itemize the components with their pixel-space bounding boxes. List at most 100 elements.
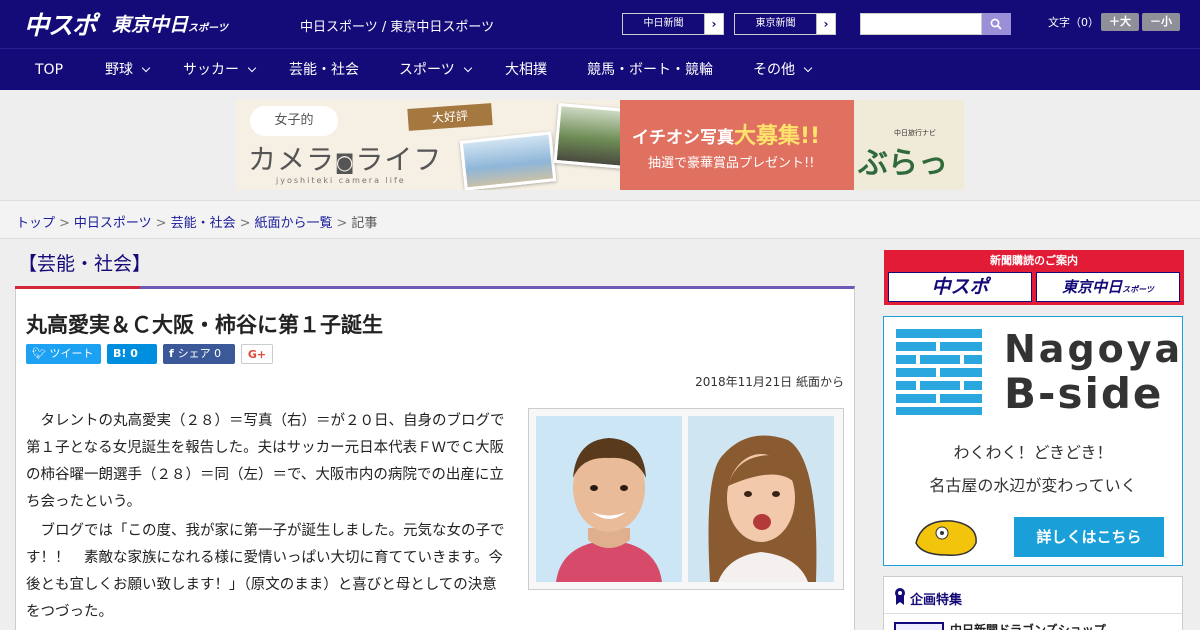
article-header: 丸高愛実＆Ｃ大阪・柿谷に第１子誕生 🐦︎ ツイート B! 0 f シェア 0 G… — [15, 286, 855, 399]
banner-title-life: ライフ — [355, 143, 443, 176]
nav-item-keiba[interactable]: 競馬・ボート・競輪 — [587, 49, 713, 91]
nav-item-sports[interactable]: スポーツ — [399, 49, 472, 91]
ribbon-badge-icon — [895, 588, 905, 605]
chevron-down-icon — [247, 63, 257, 73]
bside-title-bside: B-side — [1004, 369, 1164, 418]
breadcrumb: トップ > 中日スポーツ > 芸能・社会 > 紙面から一覧 > 記事 — [16, 212, 377, 231]
font-size-decrease-button[interactable]: －小 — [1142, 13, 1180, 31]
breadcrumb-bar: トップ > 中日スポーツ > 芸能・社会 > 紙面から一覧 > 記事 — [0, 200, 1200, 239]
tweet-button[interactable]: 🐦︎ ツイート — [26, 344, 101, 364]
nav-item-label: 野球 — [105, 62, 133, 78]
nav-item-label: 大相撲 — [505, 62, 547, 78]
tokyo-chunichi-logo-small: スポーツ — [188, 23, 228, 34]
article-paragraph: ブログでは「この度、我が家に第一子が誕生しました。元気な女の子です！！ 素敵な家… — [26, 523, 505, 620]
article-date: 2018年11月21日 紙面から — [695, 375, 844, 389]
banner-left: 女子的 カメラ◙ライフ jyoshiteki camera life 大好評 — [236, 100, 631, 190]
burattabi-name: ぶらっ人 — [858, 146, 948, 181]
nav-item-label: サッカー — [183, 62, 239, 78]
search-button[interactable] — [982, 13, 1011, 35]
nav-item-label: TOP — [35, 62, 64, 78]
subscribe-tokyo-label: 東京中日 — [1062, 278, 1123, 296]
facebook-icon: f — [169, 347, 178, 360]
font-size-increase-button[interactable]: ＋大 — [1101, 13, 1139, 31]
subscribe-chuspo-button[interactable]: 中スポ — [888, 272, 1032, 302]
tokyo-chunichi-logo[interactable]: 東京中日スポーツ — [112, 10, 228, 37]
article-body: タレントの丸高愛実（２８）＝写真（右）＝が２０日、自身のブログで第１子となる女児… — [15, 398, 855, 630]
feature-title: 企画特集 — [910, 593, 963, 608]
nav-item-sumo[interactable]: 大相撲 — [505, 49, 547, 91]
feature-box: 企画特集 中日新聞ドラゴンズショップ — [883, 576, 1183, 630]
nav-item-entertainment[interactable]: 芸能・社会 — [289, 49, 359, 91]
nav-item-label: その他 — [753, 62, 795, 78]
twitter-icon: 🐦︎ — [32, 347, 50, 360]
breadcrumb-sep: > — [155, 216, 167, 231]
tweet-label: ツイート — [49, 347, 94, 360]
nav-item-top[interactable]: TOP — [35, 49, 63, 91]
search-icon — [990, 18, 1002, 30]
chunichi-shimbun-button[interactable]: 中日新聞 › — [622, 13, 724, 35]
subscribe-tokyo-small: スポーツ — [1122, 285, 1154, 294]
breadcrumb-sep: > — [59, 216, 70, 231]
camera-life-banner[interactable]: 女子的 カメラ◙ライフ jyoshiteki camera life 大好評 イ… — [236, 100, 964, 190]
banner-daiboshu: 大募集!! — [734, 124, 821, 149]
main-nav: TOP 野球 サッカー 芸能・社会 スポーツ 大相撲 競馬・ボート・競輪 その他 — [0, 48, 1200, 90]
tokyo-chunichi-logo-text: 東京中日 — [112, 14, 189, 36]
category-heading: 【芸能・社会】 — [18, 253, 152, 275]
ebi-fry-mascot-icon — [915, 520, 977, 556]
breadcrumb-shimen-list[interactable]: 紙面から一覧 — [255, 216, 333, 231]
breadcrumb-chuspo[interactable]: 中日スポーツ — [74, 216, 152, 231]
chevron-down-icon — [141, 63, 151, 73]
banner-joshi: 女子的 — [250, 106, 338, 136]
banner-photo-animal — [553, 102, 631, 170]
bside-details-button[interactable]: 詳しくはこちら — [1014, 517, 1164, 557]
breadcrumb-sep: > — [336, 216, 348, 231]
banner-subtitle: jyoshiteki camera life — [276, 176, 406, 185]
brick-wall-icon — [896, 329, 982, 415]
search-input[interactable] — [860, 13, 982, 35]
hatena-bookmark-button[interactable]: B! 0 — [107, 344, 157, 364]
chevron-right-icon: › — [823, 17, 829, 31]
feature-item-dragons-shop[interactable]: 中日新聞ドラゴンズショップ — [950, 621, 1106, 630]
photo-kakitani — [536, 416, 682, 582]
breadcrumb-entertainment[interactable]: 芸能・社会 — [171, 216, 236, 231]
nav-item-other[interactable]: その他 — [753, 49, 813, 91]
tokyo-shimbun-label: 東京新聞 — [735, 14, 817, 34]
nav-item-label: 芸能・社会 — [289, 62, 359, 78]
subscribe-tokyo-chunichi-button[interactable]: 東京中日スポーツ — [1036, 272, 1180, 302]
breadcrumb-sep: > — [239, 216, 251, 231]
breadcrumb-current: 記事 — [351, 216, 378, 231]
chunichi-shimbun-label: 中日新聞 — [623, 14, 705, 34]
dragons-shop-thumbnail[interactable] — [894, 622, 944, 630]
chevron-down-icon — [803, 63, 813, 73]
portrait-woman-icon — [688, 416, 834, 582]
subscription-box: 新聞購読のご案内 中スポ 東京中日スポーツ — [884, 250, 1184, 305]
photo-marutaka — [688, 416, 834, 582]
google-plus-button[interactable]: G+ — [241, 344, 273, 364]
banner-present: 抽選で豪華賞品プレゼント!! — [648, 156, 815, 171]
chevron-right-icon: › — [711, 17, 717, 31]
banner-ichioshi-text: イチオシ写真 — [632, 128, 734, 148]
nagoya-bside-ad[interactable]: Nagoya B-side わくわく！どきどき！ 名古屋の水辺が変わっていく 詳… — [883, 316, 1183, 566]
nav-item-baseball[interactable]: 野球 — [105, 49, 151, 91]
burattabi-navi: 中日旅行ナビ — [894, 129, 936, 137]
bside-text-2: 名古屋の水辺が変わっていく — [929, 476, 1137, 495]
site-header: 中スポ 東京中日スポーツ 中日スポーツ / 東京中日スポーツ 中日新聞 › 東京… — [0, 0, 1200, 48]
article-title: 丸高愛実＆Ｃ大阪・柿谷に第１子誕生 — [26, 313, 383, 337]
portrait-man-icon — [536, 416, 682, 582]
article-photo[interactable] — [528, 408, 844, 590]
banner-photo-seagulls — [459, 131, 557, 190]
banner-title-camera: カメラ — [248, 143, 336, 176]
facebook-share-label: シェア 0 — [177, 347, 222, 360]
camera-icon: ◙ — [335, 150, 356, 174]
tokyo-shimbun-button[interactable]: 東京新聞 › — [734, 13, 836, 35]
facebook-share-button[interactable]: f シェア 0 — [163, 344, 235, 364]
article-paragraph: タレントの丸高愛実（２８）＝写真（右）＝が２０日、自身のブログで第１子となる女児… — [26, 413, 505, 510]
nav-item-soccer[interactable]: サッカー — [183, 49, 257, 91]
chuspo-logo[interactable]: 中スポ — [24, 6, 97, 42]
bside-title-nagoya: Nagoya — [1004, 327, 1184, 371]
font-size-label: 文字（0） — [1048, 16, 1099, 29]
divider — [884, 613, 1182, 614]
site-name: 中日スポーツ / 東京中日スポーツ — [300, 20, 495, 35]
nav-item-label: スポーツ — [399, 62, 455, 78]
breadcrumb-top[interactable]: トップ — [16, 216, 55, 231]
